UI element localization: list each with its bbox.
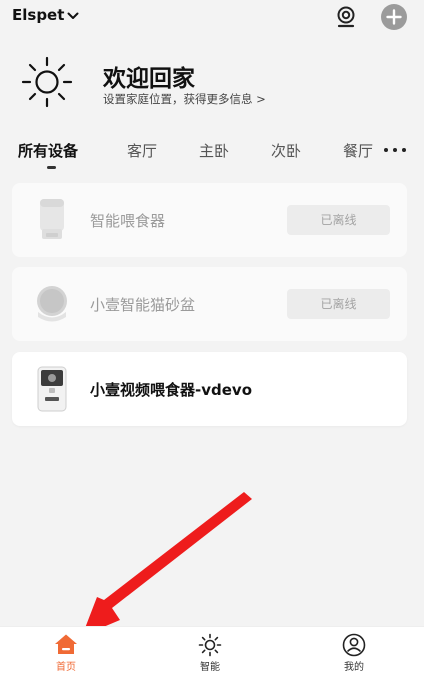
camera-button[interactable] [334, 5, 358, 29]
camera-icon [337, 6, 355, 28]
bottom-nav: 首页 智能 我的 [0, 626, 424, 680]
tab-master-bedroom[interactable]: 主卧 [199, 140, 229, 161]
video-feeder-device-icon [37, 366, 67, 412]
nav-smart[interactable]: 智能 [170, 627, 250, 680]
device-card-litter-box[interactable]: 小壹智能猫砂盆 已离线 [12, 267, 407, 341]
litter-box-device-icon [37, 286, 67, 322]
device-name: 智能喂食器 [90, 212, 166, 230]
device-name: 小壹视频喂食器-vdevo [90, 381, 252, 399]
nav-home-label: 首页 [56, 662, 76, 673]
user-icon [342, 633, 366, 657]
home-icon [55, 634, 77, 654]
sun-icon [21, 56, 73, 108]
nav-home[interactable]: 首页 [26, 627, 106, 680]
more-horizontal-icon [402, 148, 406, 152]
offline-badge: 已离线 [287, 205, 390, 235]
offline-badge: 已离线 [287, 289, 390, 319]
more-tabs-button[interactable] [384, 142, 408, 156]
feeder-device-icon [40, 199, 64, 239]
plus-circle-icon [386, 9, 402, 25]
nav-smart-label: 智能 [200, 662, 220, 673]
welcome-title: 欢迎回家 [103, 66, 195, 92]
active-tab-indicator [47, 166, 56, 169]
more-horizontal-icon [384, 148, 388, 152]
home-switcher[interactable]: Elspet [12, 6, 79, 24]
top-bar: Elspet [0, 0, 424, 36]
device-name: 小壹智能猫砂盆 [90, 296, 196, 314]
sun-icon [198, 633, 222, 657]
tab-all-devices[interactable]: 所有设备 [18, 140, 78, 161]
chevron-down-icon [67, 12, 79, 19]
welcome-banner: 欢迎回家 设置家庭位置，获得更多信息 > [18, 54, 408, 110]
add-device-button[interactable] [381, 4, 407, 30]
tab-second-bedroom[interactable]: 次卧 [271, 140, 301, 161]
more-horizontal-icon [393, 148, 397, 152]
home-name: Elspet [12, 6, 65, 24]
room-tabs: 所有设备 客厅 主卧 次卧 餐厅 [0, 136, 424, 172]
device-card-smart-feeder[interactable]: 智能喂食器 已离线 [12, 183, 407, 257]
set-home-location-link[interactable]: 设置家庭位置，获得更多信息 > [103, 91, 266, 107]
tab-dining-room[interactable]: 餐厅 [343, 140, 373, 161]
tab-living-room[interactable]: 客厅 [127, 140, 157, 161]
device-card-video-feeder[interactable]: 小壹视频喂食器-vdevo [12, 352, 407, 426]
nav-me[interactable]: 我的 [314, 627, 394, 680]
nav-me-label: 我的 [344, 662, 364, 673]
